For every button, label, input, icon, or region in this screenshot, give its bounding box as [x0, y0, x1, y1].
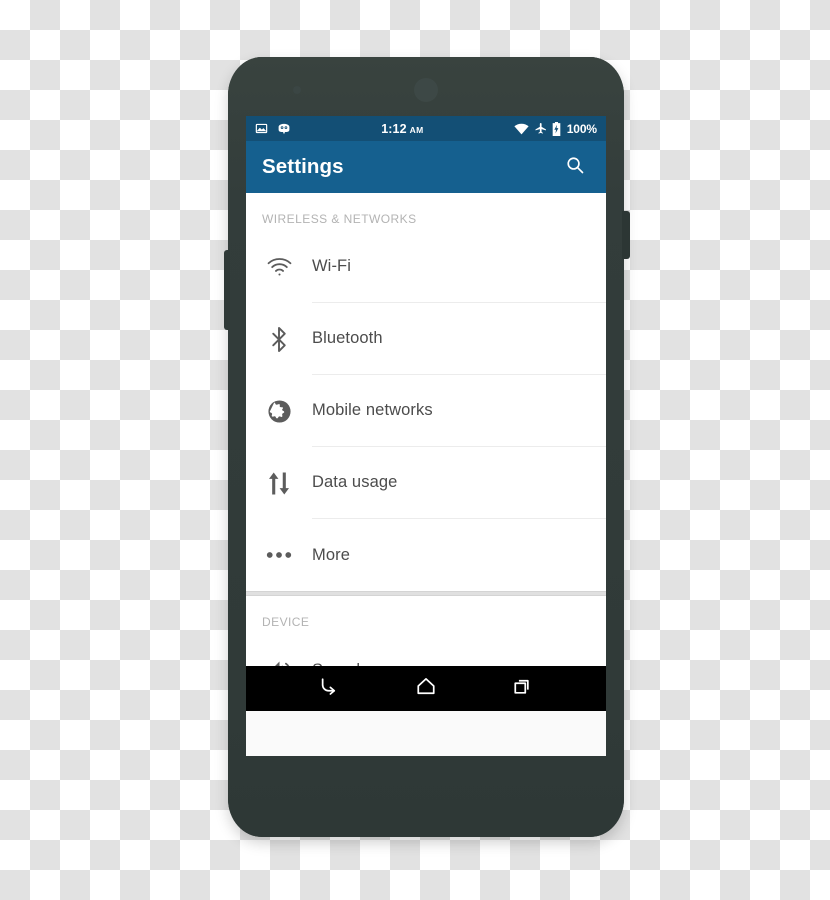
sidebar-item-wifi[interactable]: Wi-Fi [246, 231, 606, 303]
settings-list[interactable]: WIRELESS & NETWORKS Wi-Fi Bluetooth Mobi… [246, 193, 606, 711]
sidebar-item-more[interactable]: More [246, 519, 606, 591]
sidebar-item-data-usage[interactable]: Data usage [246, 447, 606, 519]
status-bar[interactable]: 1:12 AM 100% [246, 116, 606, 141]
navigation-bar [246, 666, 606, 711]
bluetooth-icon [246, 326, 312, 352]
list-item-label: More [312, 545, 350, 564]
search-icon [565, 155, 585, 180]
cyanogenmod-robot-icon [277, 122, 291, 135]
globe-icon [246, 399, 312, 424]
recent-apps-icon [512, 676, 534, 701]
section-header-wireless-networks: WIRELESS & NETWORKS [262, 212, 417, 226]
search-button[interactable] [560, 152, 590, 182]
more-horizontal-icon [246, 551, 312, 559]
battery-charging-icon [552, 121, 561, 136]
list-item-label: Data usage [312, 473, 398, 491]
clock-meridiem: AM [409, 124, 424, 135]
wifi-icon [246, 257, 312, 277]
app-bar: Settings [246, 141, 606, 193]
list-item-label: Bluetooth [312, 329, 383, 347]
phone-device-frame: 1:12 AM 100% Settings WIRELESS & NETWORK… [224, 57, 630, 837]
home-icon [415, 676, 437, 701]
phone-screen: 1:12 AM 100% Settings WIRELESS & NETWORK… [246, 116, 606, 756]
status-bar-clock: 1:12 AM [291, 122, 514, 136]
status-bar-right-icons: 100% [514, 121, 597, 136]
row-body: Bluetooth [312, 303, 606, 375]
volume-rocker-button[interactable] [224, 250, 230, 330]
row-body: Mobile networks [312, 375, 606, 447]
sidebar-item-mobile-networks[interactable]: Mobile networks [246, 375, 606, 447]
recents-button[interactable] [500, 669, 546, 709]
section-header-device: DEVICE [262, 615, 310, 629]
home-button[interactable] [403, 669, 449, 709]
status-bar-left-icons [255, 122, 291, 135]
wifi-icon [514, 123, 529, 135]
page-title: Settings [262, 155, 344, 178]
row-body: Data usage [312, 447, 606, 519]
list-item-label: Wi-Fi [312, 257, 351, 275]
list-item-label: Mobile networks [312, 401, 433, 419]
row-body: More [312, 519, 606, 591]
front-camera-icon [414, 78, 438, 102]
data-transfer-icon [246, 471, 312, 496]
clock-time: 1:12 [381, 121, 407, 136]
back-arrow-icon [318, 676, 340, 701]
battery-percent-label: 100% [566, 121, 597, 136]
row-body: Wi-Fi [312, 231, 606, 303]
sidebar-item-bluetooth[interactable]: Bluetooth [246, 303, 606, 375]
airplane-mode-icon [534, 122, 547, 135]
photo-icon [255, 122, 268, 135]
power-button[interactable] [622, 211, 630, 259]
proximity-sensor-icon [293, 86, 301, 94]
back-button[interactable] [306, 669, 352, 709]
